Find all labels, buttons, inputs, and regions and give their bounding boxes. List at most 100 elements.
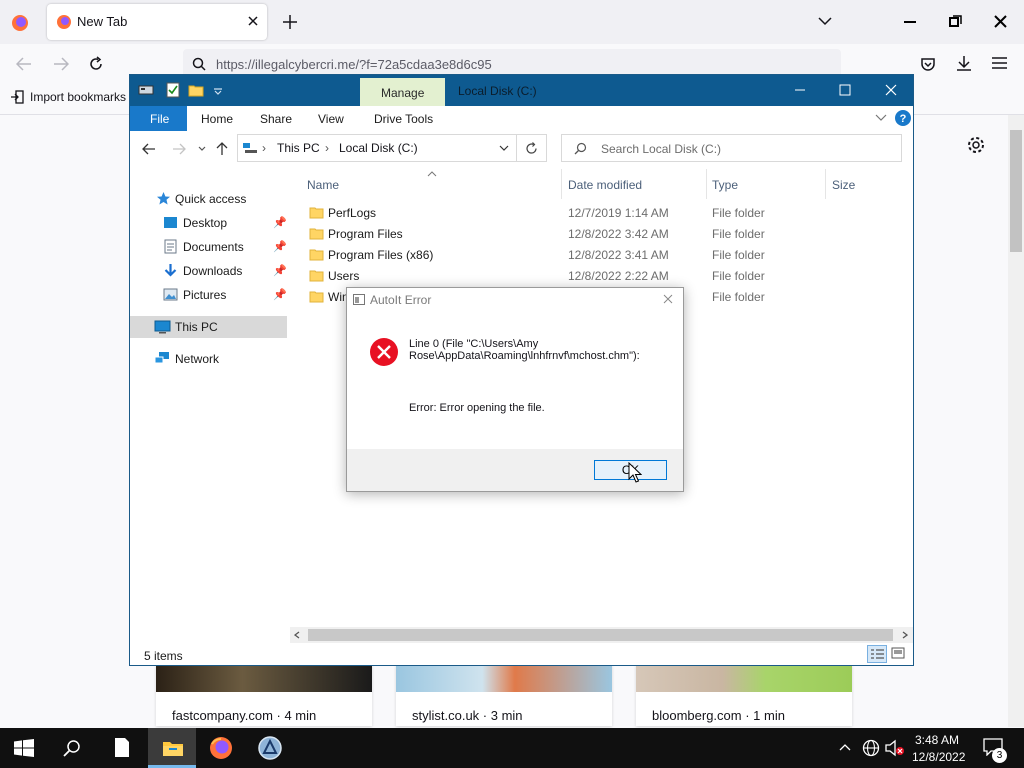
url-text[interactable]: https://illegalcybercri.me/?f=72a5cdaa3e…	[216, 57, 492, 72]
file-date: 12/7/2019 1:14 AM	[568, 206, 669, 220]
nav-pictures[interactable]: Pictures 📌	[130, 284, 287, 306]
autoit-app-icon[interactable]	[258, 736, 282, 760]
ribbon-expand-chevron-icon[interactable]	[875, 114, 887, 122]
firefox-icon[interactable]	[209, 736, 233, 760]
large-icons-view-icon[interactable]	[891, 647, 905, 659]
file-icon[interactable]	[114, 737, 130, 758]
globe-network-icon[interactable]	[862, 739, 880, 757]
clock-date[interactable]: 12/8/2022	[912, 750, 965, 764]
tab-manage[interactable]: Manage	[360, 78, 445, 106]
address-bar[interactable]: › This PC › Local Disk (C:)	[237, 134, 517, 162]
volume-muted-icon[interactable]	[885, 739, 905, 757]
card-image	[396, 664, 612, 692]
file-name: Program Files	[328, 227, 403, 241]
minimize-icon[interactable]	[794, 85, 806, 95]
forward-arrow-icon[interactable]	[53, 57, 69, 71]
tab-new-tab[interactable]: New Tab	[47, 4, 267, 40]
column-date-modified[interactable]: Date modified	[568, 178, 642, 192]
scroll-left-icon[interactable]	[294, 631, 300, 639]
file-row[interactable]: Program Files (x86) 12/8/2022 3:41 AM Fi…	[300, 245, 900, 266]
nav-desktop-label: Desktop	[183, 216, 228, 230]
hamburger-menu-icon[interactable]	[992, 57, 1007, 69]
search-icon	[574, 142, 587, 155]
nav-documents[interactable]: Documents 📌	[130, 236, 287, 258]
new-tab-plus-icon[interactable]	[282, 14, 298, 30]
error-x-icon	[369, 337, 399, 367]
scrollbar-thumb[interactable]	[1010, 130, 1022, 252]
tab-file[interactable]: File	[130, 106, 187, 131]
close-icon[interactable]	[885, 84, 897, 96]
column-divider[interactable]	[825, 169, 826, 199]
card-source: bloomberg.com · 1 min	[652, 708, 785, 723]
column-divider[interactable]	[561, 169, 562, 199]
new-folder-icon[interactable]	[188, 83, 204, 97]
back-arrow-icon[interactable]	[142, 143, 156, 155]
browser-tab-bar: New Tab	[0, 0, 1024, 44]
search-box[interactable]: Search Local Disk (C:)	[561, 134, 902, 162]
ribbon-tabs: File Home Share View Drive Tools ?	[130, 106, 913, 132]
scrollbar-thumb[interactable]	[308, 629, 893, 641]
clock-time[interactable]: 3:48 AM	[915, 733, 959, 747]
back-arrow-icon[interactable]	[16, 57, 32, 71]
recent-locations-chevron-icon[interactable]	[198, 146, 206, 152]
qat-dropdown-icon[interactable]	[213, 87, 223, 95]
nav-this-pc-label: This PC	[175, 320, 218, 334]
nav-documents-label: Documents	[183, 240, 244, 254]
story-card[interactable]: bloomberg.com · 1 min	[636, 664, 852, 726]
gear-icon[interactable]	[966, 135, 986, 155]
properties-check-icon[interactable]	[166, 82, 180, 98]
scroll-right-icon[interactable]	[902, 631, 908, 639]
file-row[interactable]: PerfLogs 12/7/2019 1:14 AM File folder	[300, 203, 900, 224]
close-tab-icon[interactable]	[247, 15, 259, 27]
reload-icon[interactable]	[88, 56, 104, 72]
file-type: File folder	[712, 206, 765, 220]
story-card[interactable]: stylist.co.uk · 3 min	[396, 664, 612, 726]
nav-network[interactable]: Network	[130, 348, 287, 370]
tab-share[interactable]: Share	[260, 112, 292, 126]
column-divider[interactable]	[706, 169, 707, 199]
file-row[interactable]: Users 12/8/2022 2:22 AM File folder	[300, 266, 900, 287]
explorer-title-bar[interactable]: Manage Local Disk (C:)	[130, 75, 913, 106]
taskbar-explorer-button[interactable]	[148, 728, 196, 768]
this-pc-icon	[154, 320, 171, 334]
file-row[interactable]: Program Files 12/8/2022 3:42 AM File fol…	[300, 224, 900, 245]
breadcrumb-local-disk[interactable]: Local Disk (C:)	[339, 141, 418, 155]
restore-window-icon[interactable]	[949, 15, 962, 28]
file-name: Program Files (x86)	[328, 248, 434, 262]
tab-manage-label: Manage	[381, 86, 425, 100]
address-row: › This PC › Local Disk (C:) Search Local…	[130, 131, 913, 169]
firefox-menu-icon[interactable]	[11, 14, 29, 32]
minimize-window-icon[interactable]	[903, 16, 917, 28]
address-dropdown-icon[interactable]	[499, 145, 509, 152]
list-all-tabs-chevron-icon[interactable]	[818, 16, 832, 26]
pocket-icon[interactable]	[920, 56, 936, 72]
nav-downloads[interactable]: Downloads 📌	[130, 260, 287, 282]
column-type[interactable]: Type	[712, 178, 738, 192]
tab-home[interactable]: Home	[201, 112, 233, 126]
show-hidden-icons-chevron-icon[interactable]	[839, 743, 851, 751]
refresh-button[interactable]	[517, 134, 547, 162]
breadcrumb-separator: ›	[325, 141, 329, 155]
nav-this-pc[interactable]: This PC	[130, 316, 287, 338]
up-arrow-icon[interactable]	[216, 142, 228, 156]
windows-start-icon[interactable]	[14, 739, 34, 757]
story-card[interactable]: fastcompany.com · 4 min	[156, 664, 372, 726]
import-bookmarks-link[interactable]: Import bookmarks	[10, 90, 126, 104]
tab-view[interactable]: View	[318, 112, 344, 126]
dialog-close-icon[interactable]	[663, 294, 673, 304]
column-name[interactable]: Name	[307, 178, 339, 192]
details-view-button[interactable]	[867, 645, 887, 663]
nav-quick-access[interactable]: Quick access	[130, 188, 287, 210]
search-icon[interactable]	[63, 739, 81, 757]
tab-drive-tools[interactable]: Drive Tools	[374, 112, 433, 126]
search-icon	[192, 57, 206, 71]
downloads-icon[interactable]	[956, 55, 972, 72]
forward-arrow-icon[interactable]	[172, 143, 186, 155]
maximize-icon[interactable]	[839, 84, 851, 96]
close-window-icon[interactable]	[994, 15, 1007, 28]
help-icon[interactable]: ?	[894, 109, 912, 127]
breadcrumb-this-pc[interactable]: This PC	[277, 141, 320, 155]
nav-desktop[interactable]: Desktop 📌	[130, 212, 287, 234]
dialog-title-bar[interactable]: AutoIt Error	[347, 288, 683, 310]
column-size[interactable]: Size	[832, 178, 855, 192]
